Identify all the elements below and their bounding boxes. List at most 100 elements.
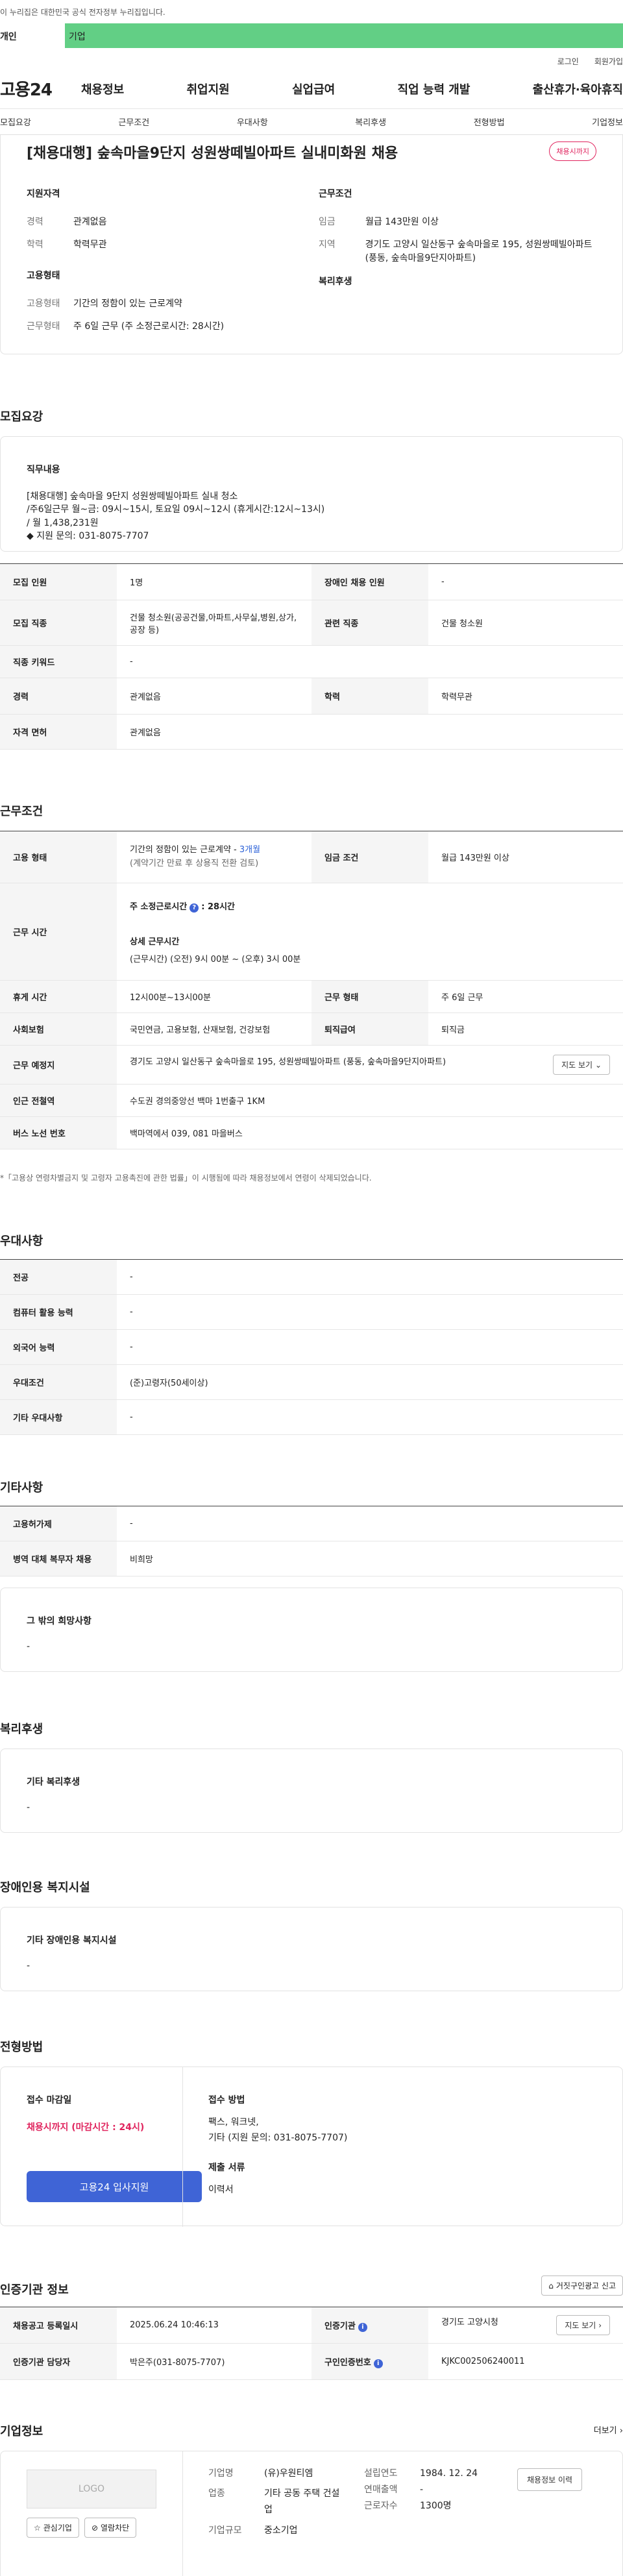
welfare-val: - xyxy=(27,1802,31,1813)
table-row: 우대조건 (준)고령자(50세이상) xyxy=(0,1364,623,1400)
emp-key: 근무형태 xyxy=(27,321,60,332)
info-row: 기업명 (유)우원티엠 xyxy=(208,2466,342,2482)
etc-table: 고용허가제 - 병역 대체 복무자 채용 비희망 xyxy=(0,1506,623,1576)
gnb-menu: 채용정보 취업지원 실업급여 직업 능력 개발 출산휴가·육아휴직 xyxy=(81,80,623,97)
cell-val: 경기도 고양시청 지도 보기 › xyxy=(428,2307,623,2344)
qual-row: 경력 관계없음 xyxy=(27,215,299,229)
subnav-preference[interactable]: 우대사항 xyxy=(237,116,268,128)
cell-val: - xyxy=(117,1399,623,1435)
hours-week-val: : 28시간 xyxy=(201,902,235,912)
more-label: 더보기 xyxy=(593,2426,617,2436)
duty-line: /주6일근무 월~금: 09시~15시, 토요일 09시~12시 (휴게시간:1… xyxy=(27,504,325,515)
duty-line: [채용대행] 숲속마을 9단지 성원쌍떼빌아파트 실내 청소 xyxy=(27,491,238,502)
util-links: 로그인 회원가입 xyxy=(0,48,623,69)
cell-val: 퇴직금 xyxy=(428,1012,623,1046)
selection-box: 접수 마감일 채용시까지 (마감시간 : 24시) 고용24 입사지원 접수 방… xyxy=(0,2067,623,2227)
disability-heading: 장애인용 복지시설 xyxy=(0,1881,90,1895)
cell-key: 근무 예정지 xyxy=(0,1045,117,1085)
method-title: 접수 방법 xyxy=(208,2095,245,2105)
cell-key: 장애인 채용 인원 xyxy=(312,563,428,600)
info-row: 연매출액 - xyxy=(364,2482,478,2498)
table-row: 버스 노선 번호 백마역에서 039, 081 마을버스 xyxy=(0,1116,623,1149)
cert-heading: 인증기관 정보 xyxy=(0,2283,69,2297)
cell-val: 관계없음 xyxy=(117,714,623,750)
info-key: 업종 xyxy=(208,2488,225,2499)
company-more-link[interactable]: 더보기 › xyxy=(594,2423,623,2436)
company-logo-block: LOGO ☆ 관심기업 ⊘ 열람차단 xyxy=(27,2470,156,2538)
tab-person[interactable]: 개인 xyxy=(0,23,65,48)
subnav-selection[interactable]: 전형방법 xyxy=(474,116,505,128)
subnav-conditions[interactable]: 근무조건 xyxy=(118,116,149,128)
subnav-company[interactable]: 기업정보 xyxy=(592,116,623,128)
cell-key: 임금 조건 xyxy=(312,831,428,883)
cell-val: 주 소정근로시간?: 28시간 상세 근무시간 (근무시간) (오전) 9시 0… xyxy=(117,883,623,981)
join-link[interactable]: 회원가입 xyxy=(594,56,623,69)
cert-table: 채용공고 등록일시 2025.06.24 10:46:13 인증기관 i 경기도 … xyxy=(0,2307,623,2380)
pref-heading: 우대사항 xyxy=(0,1234,43,1248)
emp-type-note: (계약기간 만료 후 상용직 전환 검토) xyxy=(130,858,259,868)
cell-val: 국민연금, 고용보험, 산재보험, 건강보험 xyxy=(117,1012,312,1046)
gnb-item-jobs[interactable]: 채용정보 xyxy=(81,80,124,97)
table-row: 인증기관 담당자 박은주(031-8075-7707) 구인인증번호 i KJKC… xyxy=(0,2343,623,2380)
cell-val: 관계없음 xyxy=(117,678,312,715)
cell-key: 버스 노선 번호 xyxy=(0,1116,117,1149)
tab-company[interactable]: 기업 xyxy=(65,23,623,48)
cell-val: 비희망 xyxy=(117,1541,623,1576)
apply-button[interactable]: 고용24 입사지원 xyxy=(27,2171,202,2202)
info-key: 연매출액 xyxy=(364,2484,398,2496)
table-row: 병역 대체 복무자 채용 비희망 xyxy=(0,1541,623,1576)
login-link[interactable]: 로그인 xyxy=(557,56,579,69)
block-button[interactable]: ⊘ 열람차단 xyxy=(84,2518,137,2538)
cell-val: 12시00분~13시00분 xyxy=(117,980,312,1013)
org-map-button[interactable]: 지도 보기 › xyxy=(556,2315,610,2335)
info-row: 기업규모 중소기업 xyxy=(208,2523,342,2539)
map-button[interactable]: 지도 보기 ⌄ xyxy=(553,1055,610,1075)
info-val: - xyxy=(420,2484,424,2496)
company-heading: 기업정보 xyxy=(0,2425,43,2438)
qual-key: 학력 xyxy=(27,239,43,250)
history-button[interactable]: 채용정보 이력 xyxy=(517,2468,583,2491)
gnb-item-support[interactable]: 취업지원 xyxy=(187,80,230,97)
sub-nav: 모집요강 근무조건 우대사항 복리후생 전형방법 기업정보 xyxy=(0,109,623,135)
other-wish-title: 그 밖의 희망사항 xyxy=(27,1616,92,1626)
table-row: 인근 전철역 수도권 경의중앙선 백마 1번출구 1KM xyxy=(0,1084,623,1117)
deadline-title: 접수 마감일 xyxy=(27,2095,72,2105)
table-row: 고용 형태 기간의 정함이 있는 근로계약 - 3개월 (계약기간 만료 후 상… xyxy=(0,831,623,883)
subnav-welfare[interactable]: 복리후생 xyxy=(355,116,386,128)
table-row: 전공 - xyxy=(0,1259,623,1295)
cell-key: 학력 xyxy=(312,678,428,715)
org-val: 경기도 고양시청 xyxy=(441,2318,498,2327)
cell-val: - xyxy=(117,1329,623,1365)
info-icon[interactable]: i xyxy=(358,2322,367,2332)
table-row: 모집 직종 건물 청소원(공공건물,아파트,사무실,병원,상가,공장 등) 관련… xyxy=(0,600,623,646)
chevron-right-icon: › xyxy=(598,2321,602,2330)
qual-row: 학력 학력무관 xyxy=(27,238,299,252)
place-val: 경기도 고양시 일산동구 숲속마을로 195, 성원쌍떼빌아파트 (풍동, 숲속… xyxy=(130,1057,446,1067)
help-icon[interactable]: ? xyxy=(189,903,199,913)
cell-key: 전공 xyxy=(0,1259,117,1295)
star-icon: ☆ xyxy=(34,2523,41,2533)
info-icon[interactable]: i xyxy=(373,2359,383,2368)
gov-banner: 이 누리집은 대한민국 공식 전자정부 누리집입니다. xyxy=(0,0,623,23)
docs-title: 제출 서류 xyxy=(208,2162,245,2173)
subnav-recruit[interactable]: 모집요강 xyxy=(0,116,31,128)
gnb-item-leave[interactable]: 출산휴가·육아휴직 xyxy=(533,80,623,97)
cell-val: 월급 143만원 이상 xyxy=(428,831,623,883)
job-summary: [채용대행] 숲속마을9단지 성원쌍떼빌아파트 실내미화원 채용 채용시까지 지… xyxy=(0,135,623,354)
cell-val: KJKC002506240011 xyxy=(428,2343,623,2380)
block-icon: ⊘ xyxy=(91,2523,98,2533)
gnb-item-training[interactable]: 직업 능력 개발 xyxy=(398,80,470,97)
emp-key: 고용형태 xyxy=(27,299,60,309)
cond-key: 지역 xyxy=(319,239,336,250)
site-logo[interactable]: 고용24 xyxy=(0,77,81,101)
emp-row: 고용형태 기간의 정함이 있는 근로계약 xyxy=(27,297,299,311)
emp-val: 기간의 정함이 있는 근로계약 xyxy=(73,299,182,309)
duty-line: ◆ 지원 문의: 031-8075-7707 xyxy=(27,530,149,541)
info-key: 근로자수 xyxy=(364,2501,398,2512)
fav-button[interactable]: ☆ 관심기업 xyxy=(27,2518,79,2538)
cell-val: 주 6일 근무 xyxy=(428,980,623,1013)
cell-key: 직종 키워드 xyxy=(0,645,117,678)
report-button[interactable]: ⌂ 거짓구인광고 신고 xyxy=(541,2275,623,2296)
duty-box: 직무내용 [채용대행] 숲속마을 9단지 성원쌍떼빌아파트 실내 청소 /주6일… xyxy=(0,436,623,552)
gnb-item-benefit[interactable]: 실업급여 xyxy=(292,80,335,97)
